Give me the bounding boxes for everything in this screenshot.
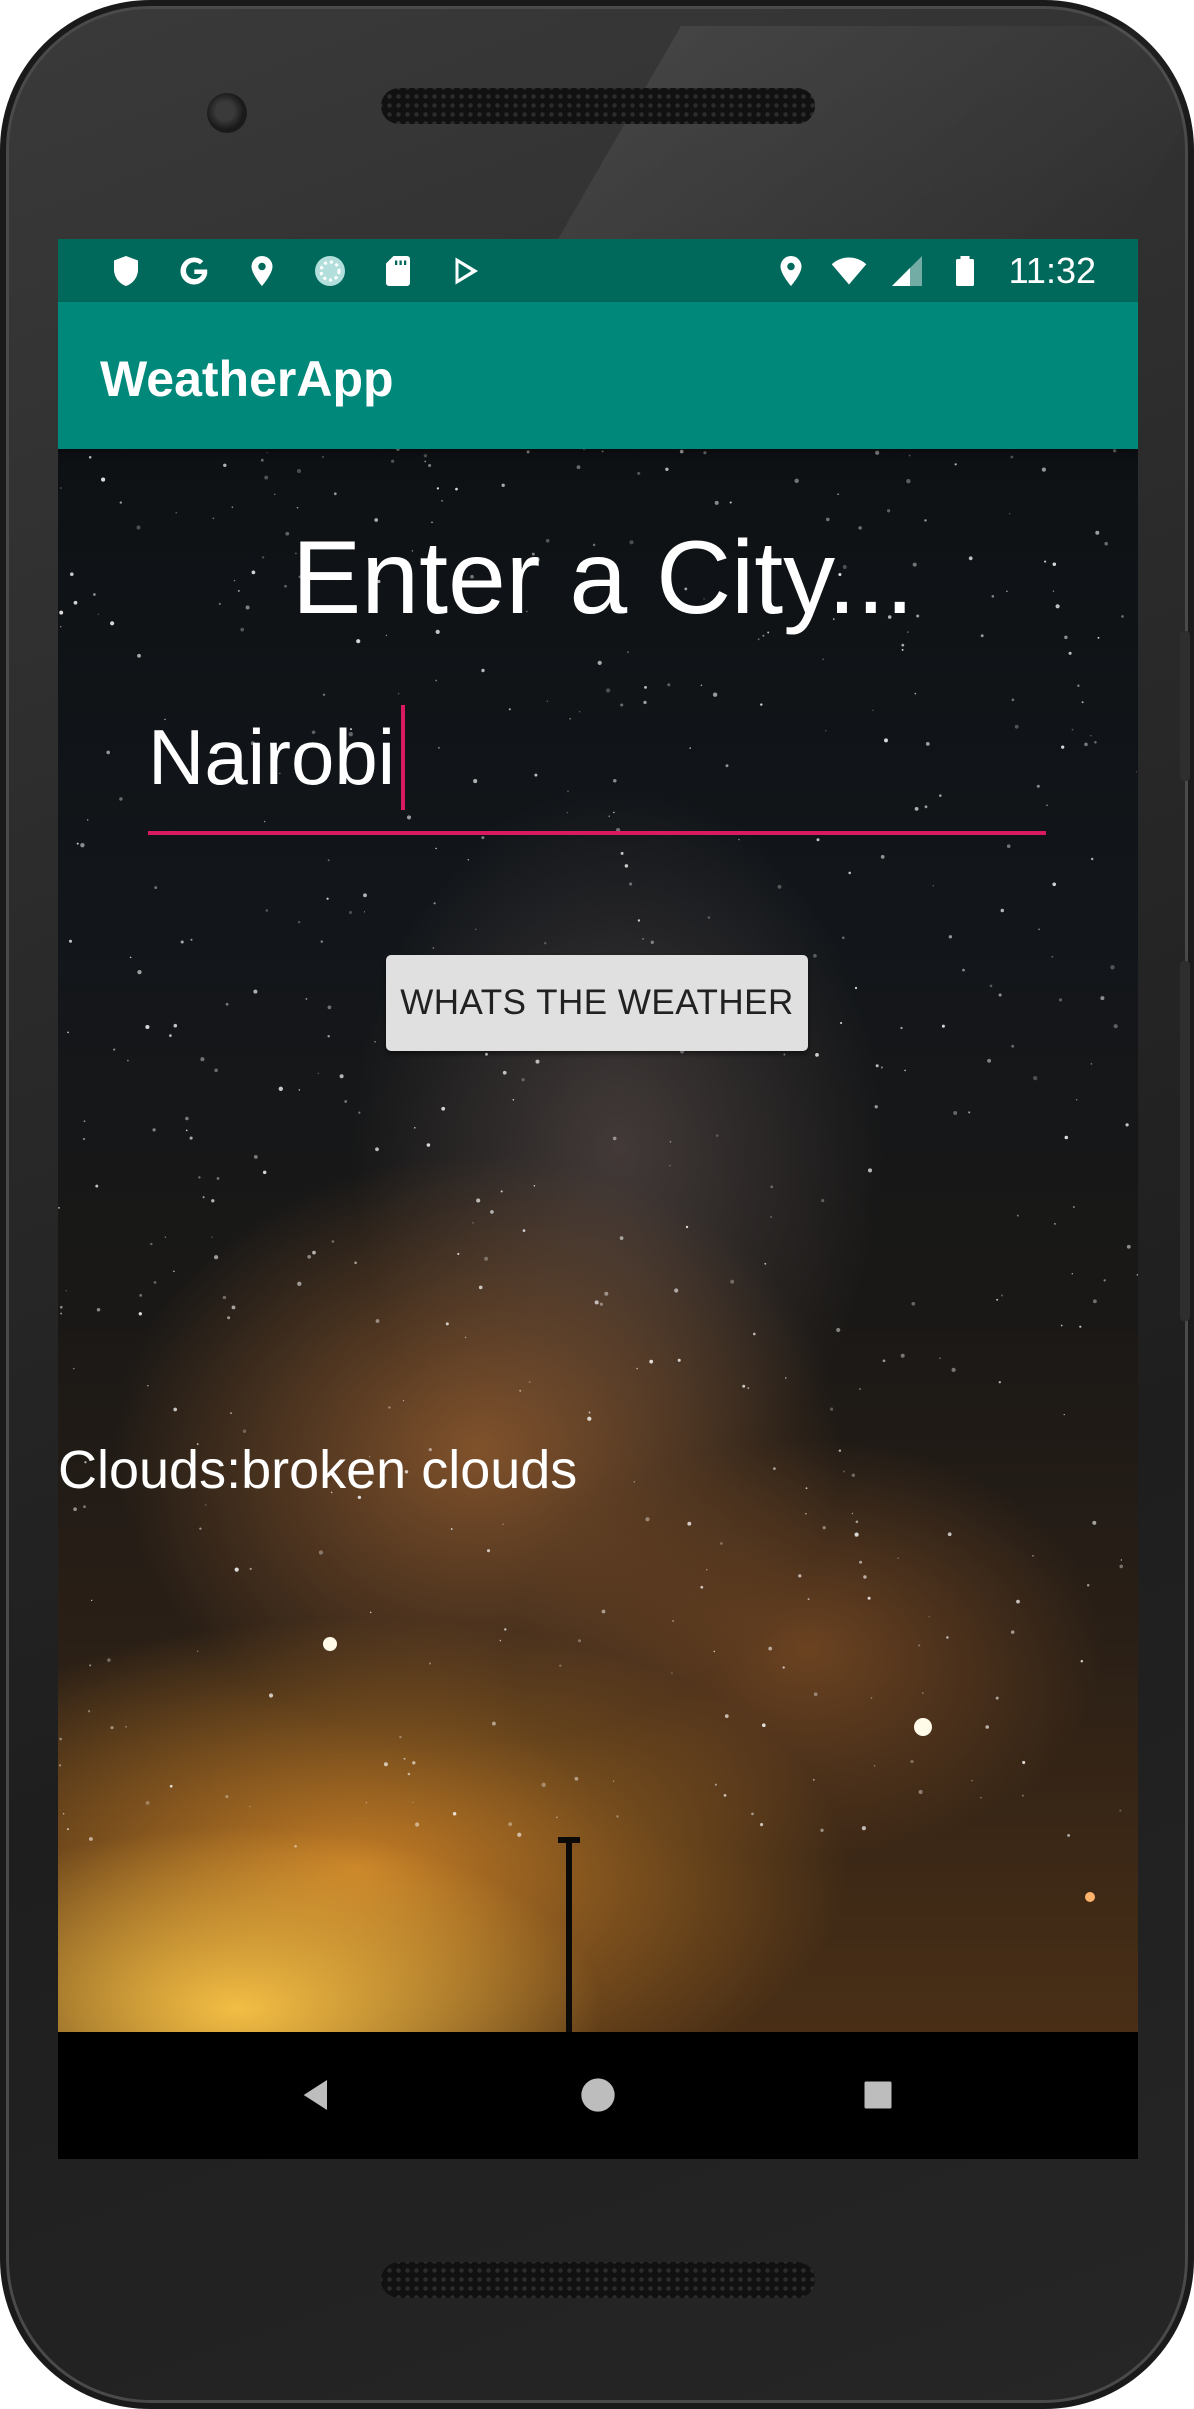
main-content: Enter a City... Nairobi WHATS THE WEATHE… — [58, 449, 1138, 2032]
top-speaker-grille — [381, 88, 815, 124]
google-g-icon — [174, 251, 214, 291]
home-icon[interactable] — [565, 2062, 631, 2128]
headline: Enter a City... — [291, 520, 915, 636]
volume-button — [1180, 961, 1190, 1321]
navigation-bar — [58, 2032, 1138, 2159]
phone-screen: 11:32 WeatherApp Enter a City... Nairobi… — [58, 239, 1138, 2159]
shield-icon — [106, 251, 146, 291]
weather-result-text: Clouds:broken clouds — [58, 1440, 578, 1500]
status-bar: 11:32 — [58, 239, 1138, 302]
status-clock: 11:32 — [1008, 249, 1096, 291]
power-button — [1180, 631, 1190, 781]
starfield-background — [58, 449, 1138, 1902]
battery-icon — [945, 251, 985, 291]
wifi-icon — [829, 251, 869, 291]
city-input-value: Nairobi — [148, 713, 396, 801]
city-input-underline — [148, 831, 1046, 835]
sd-card-icon — [378, 251, 418, 291]
app-bar: WeatherApp — [58, 302, 1138, 449]
cell-signal-icon — [887, 251, 927, 291]
bottom-speaker-grille — [381, 2262, 815, 2298]
city-input[interactable]: Nairobi — [148, 717, 1046, 797]
location-pin-icon — [242, 251, 282, 291]
front-camera — [207, 93, 247, 133]
back-icon[interactable] — [284, 2062, 350, 2128]
play-store-icon — [446, 251, 486, 291]
whats-the-weather-button[interactable]: WHATS THE WEATHER — [386, 955, 808, 1051]
app-title: WeatherApp — [100, 351, 394, 407]
sync-circle-icon — [310, 251, 350, 291]
recents-icon[interactable] — [845, 2062, 911, 2128]
phone-frame: 11:32 WeatherApp Enter a City... Nairobi… — [0, 0, 1194, 2409]
status-left-icons — [106, 251, 486, 291]
location-pin-icon — [771, 251, 811, 291]
text-cursor — [401, 705, 405, 810]
utility-pole — [566, 1839, 572, 2032]
status-right-icons: 11:32 — [771, 250, 1096, 292]
